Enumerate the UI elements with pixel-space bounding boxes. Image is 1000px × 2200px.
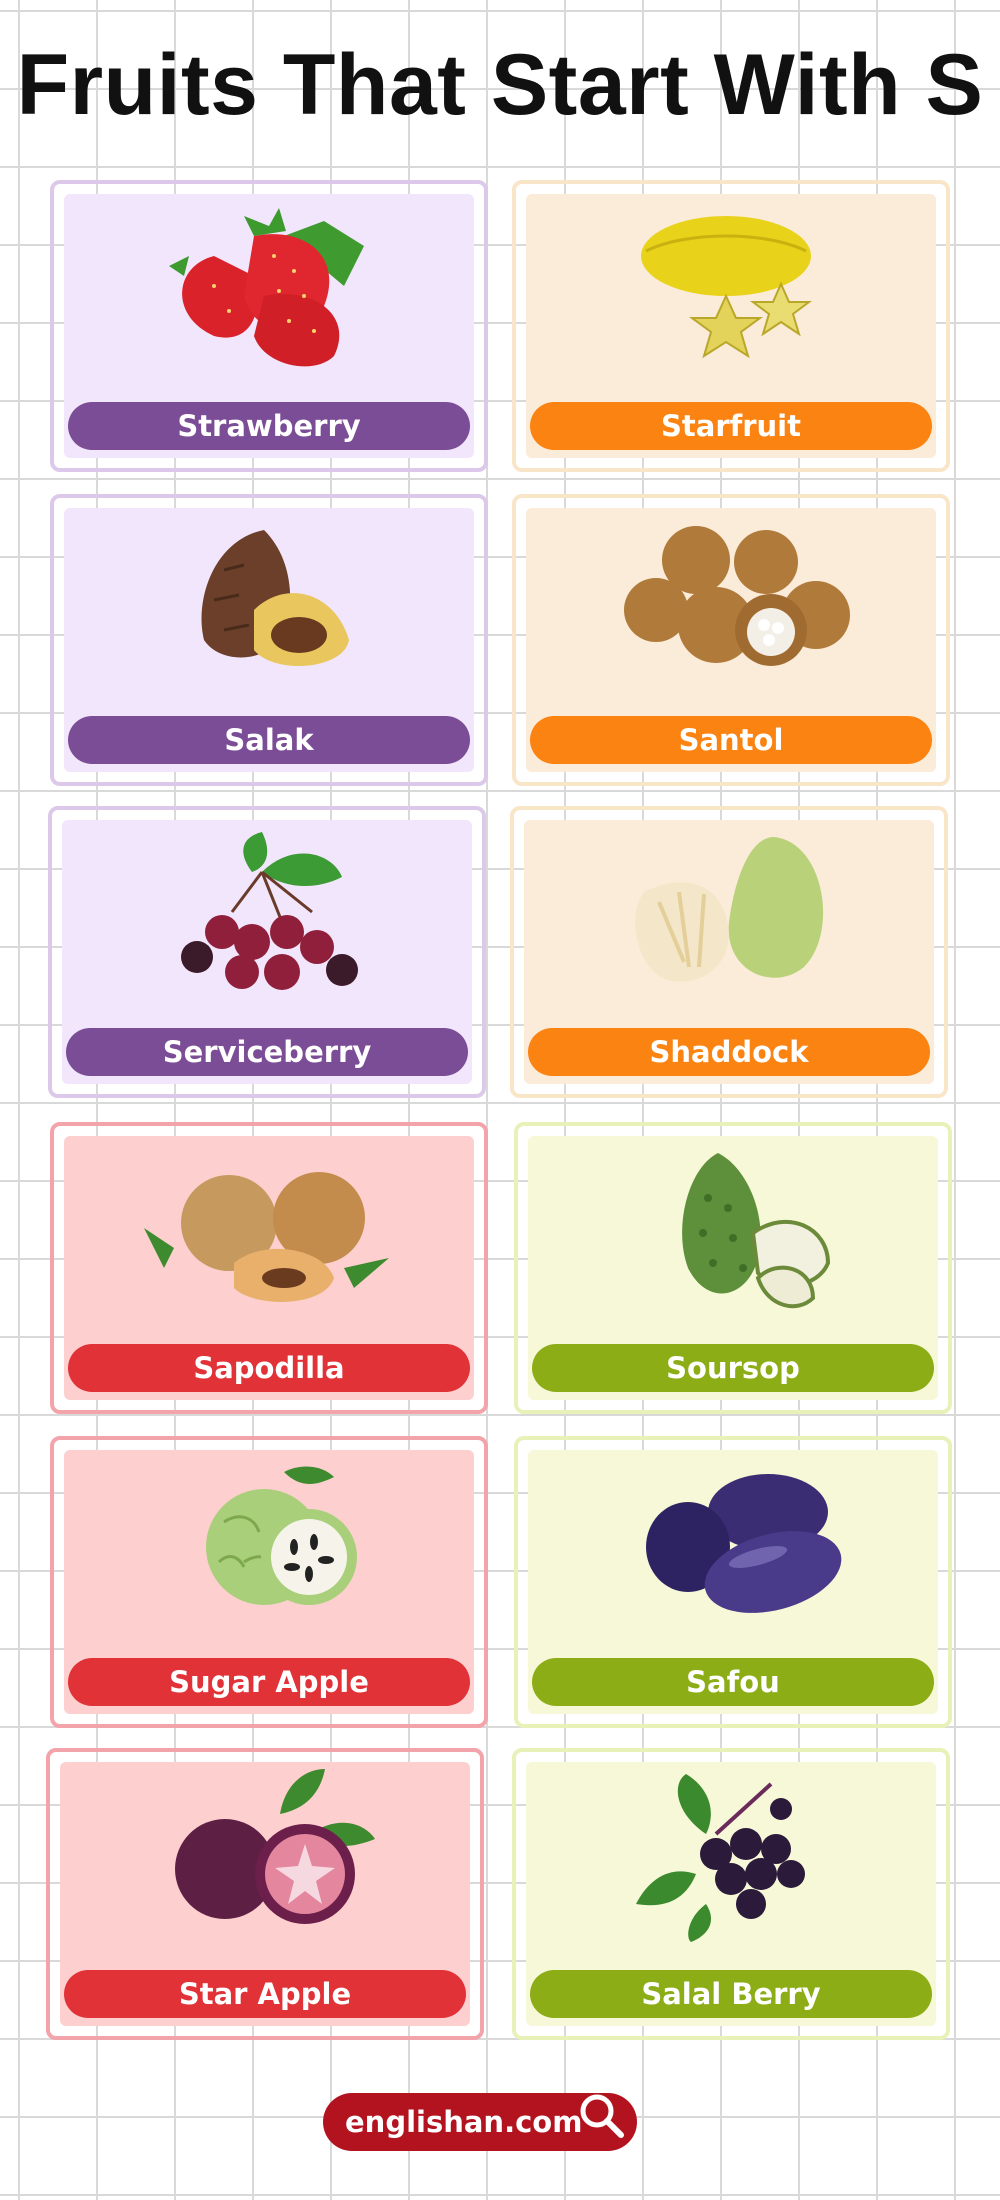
page-title: Fruits That Start With S [16, 37, 984, 133]
salak-icon [114, 510, 414, 688]
card-starfruit: Starfruit [512, 180, 950, 472]
star-apple-icon [110, 1764, 410, 1942]
shaddock-icon [574, 822, 874, 1000]
fruit-label: Strawberry [68, 402, 470, 450]
strawberry-icon [114, 196, 414, 374]
fruit-label: Star Apple [64, 1970, 466, 2018]
serviceberry-icon [112, 822, 412, 1000]
starfruit-icon [576, 196, 876, 374]
fruit-label: Sugar Apple [68, 1658, 470, 1706]
card-safou: Safou [514, 1436, 952, 1728]
card-salal-berry: Salal Berry [512, 1748, 950, 2040]
fruit-label: Salak [68, 716, 470, 764]
fruit-label: Serviceberry [66, 1028, 468, 1076]
santol-icon [576, 510, 876, 688]
sapodilla-icon [114, 1138, 414, 1316]
footer-badge[interactable]: englishan.com [323, 2093, 637, 2151]
card-sugar-apple: Sugar Apple [50, 1436, 488, 1728]
fruit-label: Shaddock [528, 1028, 930, 1076]
card-shaddock: Shaddock [510, 806, 948, 1098]
salal-berry-icon [576, 1764, 876, 1942]
fruit-label: Soursop [532, 1344, 934, 1392]
magnifier-icon [573, 2087, 631, 2145]
fruit-label: Santol [530, 716, 932, 764]
card-sapodilla: Sapodilla [50, 1122, 488, 1414]
fruit-label: Starfruit [530, 402, 932, 450]
safou-icon [578, 1452, 878, 1630]
sugar-apple-icon [114, 1452, 414, 1630]
footer-site: englishan.com [345, 2105, 583, 2139]
card-santol: Santol [512, 494, 950, 786]
fruit-label: Safou [532, 1658, 934, 1706]
card-soursop: Soursop [514, 1122, 952, 1414]
card-star-apple: Star Apple [46, 1748, 484, 2040]
card-salak: Salak [50, 494, 488, 786]
card-serviceberry: Serviceberry [48, 806, 486, 1098]
fruit-label: Sapodilla [68, 1344, 470, 1392]
soursop-icon [578, 1138, 878, 1316]
card-strawberry: Strawberry [50, 180, 488, 472]
fruit-label: Salal Berry [530, 1970, 932, 2018]
